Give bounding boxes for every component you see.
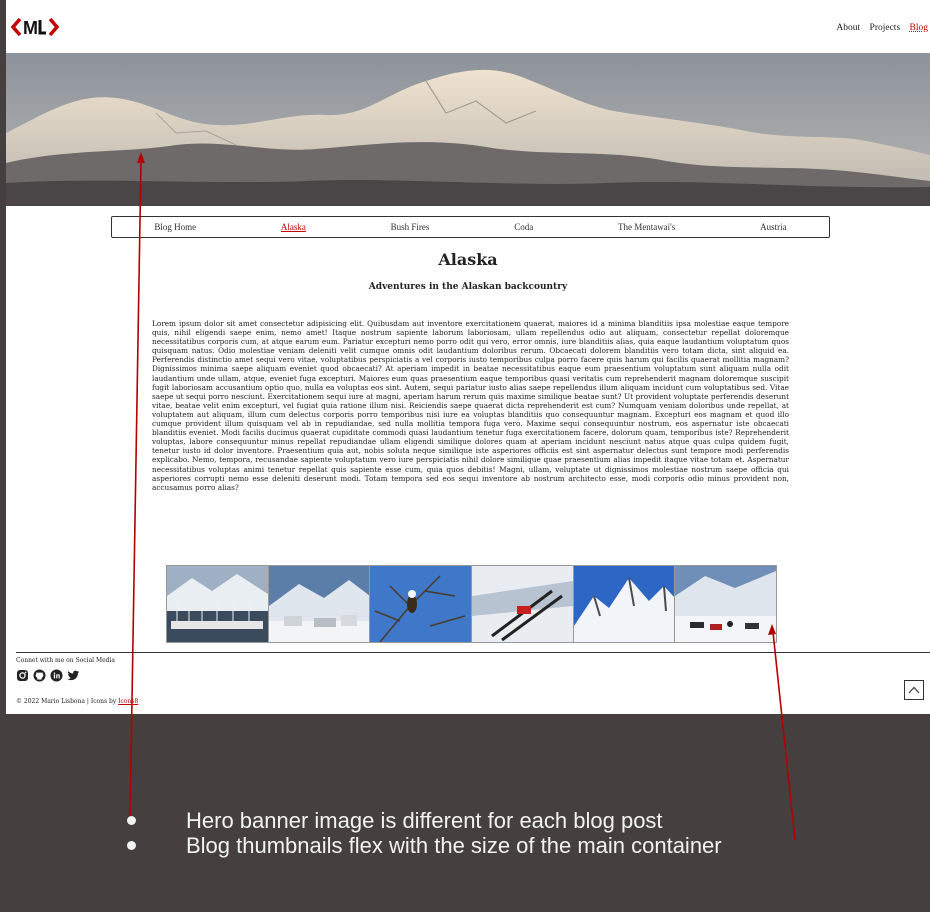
top-bar: M About Projects Blog [6, 0, 930, 53]
harbor-boats-thumbnail[interactable] [167, 566, 269, 642]
social-label: Connet with me on Social Media [16, 657, 116, 664]
blog-nav-bush-fires[interactable]: Bush Fires [391, 222, 430, 232]
snow-ridge-thumbnail[interactable] [573, 566, 676, 642]
snow-camp-thumbnail[interactable] [268, 566, 371, 642]
nav-about[interactable]: About [836, 23, 860, 33]
top-nav: About Projects Blog [829, 23, 928, 33]
blog-nav-home[interactable]: Blog Home [154, 222, 196, 232]
blog-nav-austria[interactable]: Austria [760, 222, 787, 232]
copyright: © 2022 Mario Lisbona | Icons by Icons8 [16, 698, 138, 705]
post-body: Lorem ipsum dolor sit amet consectetur a… [152, 319, 789, 492]
chevron-up-icon [908, 686, 920, 694]
hero-banner-image [6, 53, 930, 206]
nav-blog[interactable]: Blog [910, 23, 928, 33]
footer-divider [16, 652, 930, 653]
blog-nav-mentawais[interactable]: The Mentawai's [618, 222, 675, 232]
instagram-icon[interactable] [16, 669, 29, 682]
webpage-screenshot: M About Projects Blog Blog Home Alaska B… [6, 0, 930, 714]
post-subtitle: Adventures in the Alaskan backcountry [368, 282, 568, 292]
ml-logo[interactable]: M [11, 16, 71, 38]
annotation-text: Hero banner image is different for each … [186, 808, 663, 833]
annotation-text: Blog thumbnails flex with the size of th… [186, 833, 722, 858]
github-icon[interactable] [33, 669, 46, 682]
bullet-icon [127, 816, 136, 825]
mountain-hero-illustration [6, 53, 930, 206]
social-icons [16, 669, 80, 682]
annotation-bullet-hero: Hero banner image is different for each … [120, 808, 722, 833]
linkedin-icon[interactable] [50, 669, 63, 682]
annotation-bullet-thumbnails: Blog thumbnails flex with the size of th… [120, 833, 722, 858]
annotation-bullets: Hero banner image is different for each … [120, 808, 722, 858]
svg-text:M: M [23, 18, 38, 38]
thumbnail-gallery [166, 565, 777, 643]
blog-nav-alaska[interactable]: Alaska [281, 222, 306, 232]
nav-projects[interactable]: Projects [870, 23, 901, 33]
bald-eagle-thumbnail[interactable] [370, 566, 473, 642]
icons8-link[interactable]: Icons8 [118, 698, 138, 705]
snowmobiles-thumbnail[interactable] [675, 566, 777, 642]
twitter-icon[interactable] [67, 669, 80, 682]
copyright-text: © 2022 Mario Lisbona | Icons by [16, 698, 119, 705]
ski-plane-thumbnail[interactable] [472, 566, 574, 642]
blog-nav-coda[interactable]: Coda [514, 222, 533, 232]
bullet-icon [127, 841, 136, 850]
blog-nav: Blog Home Alaska Bush Fires Coda The Men… [111, 216, 830, 238]
back-to-top-button[interactable] [904, 680, 924, 700]
post-title: Alaska [438, 250, 498, 269]
